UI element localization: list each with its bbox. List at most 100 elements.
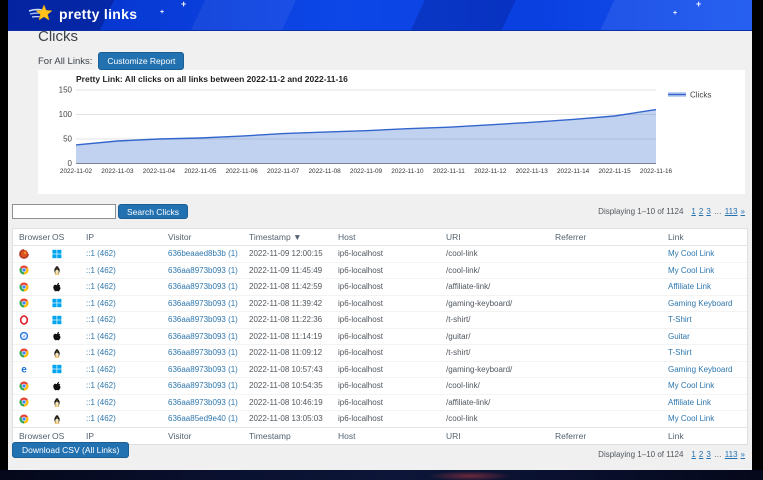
host-cell: ip6-localhost — [338, 381, 446, 390]
timestamp-cell: 2022-11-08 11:09:12 — [249, 348, 338, 357]
page-link[interactable]: 1 — [691, 207, 695, 216]
ip-link[interactable]: ::1 (462) — [86, 249, 168, 258]
link-name-link[interactable]: T-Shirt — [668, 315, 747, 324]
ip-link[interactable]: ::1 (462) — [86, 299, 168, 308]
for-all-links-label: For All Links: — [38, 56, 92, 67]
host-cell: ip6-localhost — [338, 249, 446, 258]
column-header-uri[interactable]: URI — [446, 431, 555, 441]
uri-cell: /gaming-keyboard/ — [446, 365, 555, 374]
column-header-browser[interactable]: Browser — [19, 431, 52, 441]
visitor-link[interactable]: 636aa85ed9e40 (1) — [168, 414, 249, 423]
ip-link[interactable]: ::1 (462) — [86, 348, 168, 357]
search-clicks-button[interactable]: Search Clicks — [118, 204, 188, 219]
uri-cell: /cool-link — [446, 414, 555, 423]
ip-link[interactable]: ::1 (462) — [86, 315, 168, 324]
ip-link[interactable]: ::1 (462) — [86, 398, 168, 407]
timestamp-cell: 2022-11-08 11:42:59 — [249, 282, 338, 291]
timestamp-cell: 2022-11-08 10:46:19 — [249, 398, 338, 407]
visitor-link[interactable]: 636aa8973b093 (1) — [168, 282, 249, 291]
column-header-link[interactable]: Link — [668, 431, 747, 441]
visitor-link[interactable]: 636aa8973b093 (1) — [168, 365, 249, 374]
column-header-referrer[interactable]: Referrer — [555, 232, 668, 242]
visitor-link[interactable]: 636aa8973b093 (1) — [168, 348, 249, 357]
page-link[interactable]: 2 — [699, 207, 703, 216]
column-header-timestamp[interactable]: Timestamp — [249, 431, 338, 441]
link-name-link[interactable]: Guitar — [668, 332, 747, 341]
ip-link[interactable]: ::1 (462) — [86, 266, 168, 275]
swoosh-star-icon — [28, 3, 54, 25]
column-header-host[interactable]: Host — [338, 232, 446, 242]
timestamp-cell: 2022-11-08 10:57:43 — [249, 365, 338, 374]
page-link[interactable]: 1 — [691, 450, 695, 459]
svg-text:2022-11-04: 2022-11-04 — [143, 168, 176, 175]
page-links: 123…113» — [688, 450, 745, 459]
opera-browser-icon — [19, 315, 52, 325]
page-link[interactable]: 113 — [725, 207, 738, 216]
link-name-link[interactable]: My Cool Link — [668, 414, 747, 423]
column-header-ip[interactable]: IP — [86, 232, 168, 242]
table-row: ::1 (462)636aa8973b093 (1)2022-11-08 11:… — [13, 279, 747, 296]
svg-text:2022-11-12: 2022-11-12 — [474, 168, 507, 175]
column-header-link[interactable]: Link — [668, 232, 747, 242]
customize-report-button[interactable]: Customize Report — [98, 52, 184, 70]
apple-os-icon — [52, 282, 86, 292]
page-link[interactable]: » — [741, 207, 745, 216]
clicks-table: BrowserOSIPVisitorTimestamp ▼HostURIRefe… — [12, 228, 748, 445]
desktop-taskbar-strip — [0, 470, 763, 480]
column-header-timestamp[interactable]: Timestamp ▼ — [249, 232, 338, 242]
table-row: ::1 (462)636aa8973b093 (1)2022-11-08 11:… — [13, 312, 747, 329]
ip-link[interactable]: ::1 (462) — [86, 282, 168, 291]
visitor-link[interactable]: 636aa8973b093 (1) — [168, 398, 249, 407]
plugin-window: pretty links + + + + Clicks For All Link… — [8, 0, 752, 470]
link-name-link[interactable]: Gaming Keyboard — [668, 299, 747, 308]
link-name-link[interactable]: My Cool Link — [668, 266, 747, 275]
column-header-visitor[interactable]: Visitor — [168, 232, 249, 242]
column-header-visitor[interactable]: Visitor — [168, 431, 249, 441]
svg-text:Clicks: Clicks — [690, 91, 711, 100]
visitor-link[interactable]: 636aa8973b093 (1) — [168, 315, 249, 324]
host-cell: ip6-localhost — [338, 365, 446, 374]
pagination: Displaying 1–10 of 1124123…113» — [598, 207, 745, 216]
ip-link[interactable]: ::1 (462) — [86, 365, 168, 374]
link-name-link[interactable]: Gaming Keyboard — [668, 365, 747, 374]
visitor-link[interactable]: 636aa8973b093 (1) — [168, 299, 249, 308]
visitor-link[interactable]: 636aa8973b093 (1) — [168, 381, 249, 390]
search-input[interactable] — [12, 204, 116, 219]
link-name-link[interactable]: My Cool Link — [668, 249, 747, 258]
timestamp-cell: 2022-11-08 11:14:19 — [249, 332, 338, 341]
table-row: ::1 (462)636aa8973b093 (1)2022-11-09 11:… — [13, 263, 747, 280]
chrome-browser-icon — [19, 397, 52, 407]
host-cell: ip6-localhost — [338, 348, 446, 357]
chrome-browser-icon — [19, 348, 52, 358]
page-link[interactable]: 2 — [699, 450, 703, 459]
column-header-host[interactable]: Host — [338, 431, 446, 441]
sparkle-icon: + — [181, 0, 186, 9]
ip-link[interactable]: ::1 (462) — [86, 332, 168, 341]
download-csv-button[interactable]: Download CSV (All Links) — [12, 442, 129, 458]
visitor-link[interactable]: 636aa8973b093 (1) — [168, 332, 249, 341]
page-link[interactable]: » — [741, 450, 745, 459]
column-header-uri[interactable]: URI — [446, 232, 555, 242]
svg-text:0: 0 — [68, 159, 73, 168]
column-header-os[interactable]: OS — [52, 431, 86, 441]
column-header-referrer[interactable]: Referrer — [555, 431, 668, 441]
link-name-link[interactable]: Affiliate Link — [668, 282, 747, 291]
link-name-link[interactable]: My Cool Link — [668, 381, 747, 390]
table-row: ::1 (462)636aa8973b093 (1)2022-11-08 11:… — [13, 329, 747, 346]
link-name-link[interactable]: T-Shirt — [668, 348, 747, 357]
page-link[interactable]: 3 — [706, 450, 710, 459]
page-link[interactable]: 3 — [706, 207, 710, 216]
column-header-browser[interactable]: Browser — [19, 232, 52, 242]
linux-os-icon — [52, 348, 86, 358]
ip-link[interactable]: ::1 (462) — [86, 381, 168, 390]
chrome-browser-icon — [19, 414, 52, 424]
link-name-link[interactable]: Affiliate Link — [668, 398, 747, 407]
ip-link[interactable]: ::1 (462) — [86, 414, 168, 423]
page-link[interactable]: 113 — [725, 450, 738, 459]
visitor-link[interactable]: 636aa8973b093 (1) — [168, 266, 249, 275]
visitor-link[interactable]: 636beaaed8b3b (1) — [168, 249, 249, 258]
column-header-ip[interactable]: IP — [86, 431, 168, 441]
column-header-os[interactable]: OS — [52, 232, 86, 242]
svg-text:2022-11-05: 2022-11-05 — [184, 168, 217, 175]
logo-text: pretty links — [59, 6, 137, 22]
